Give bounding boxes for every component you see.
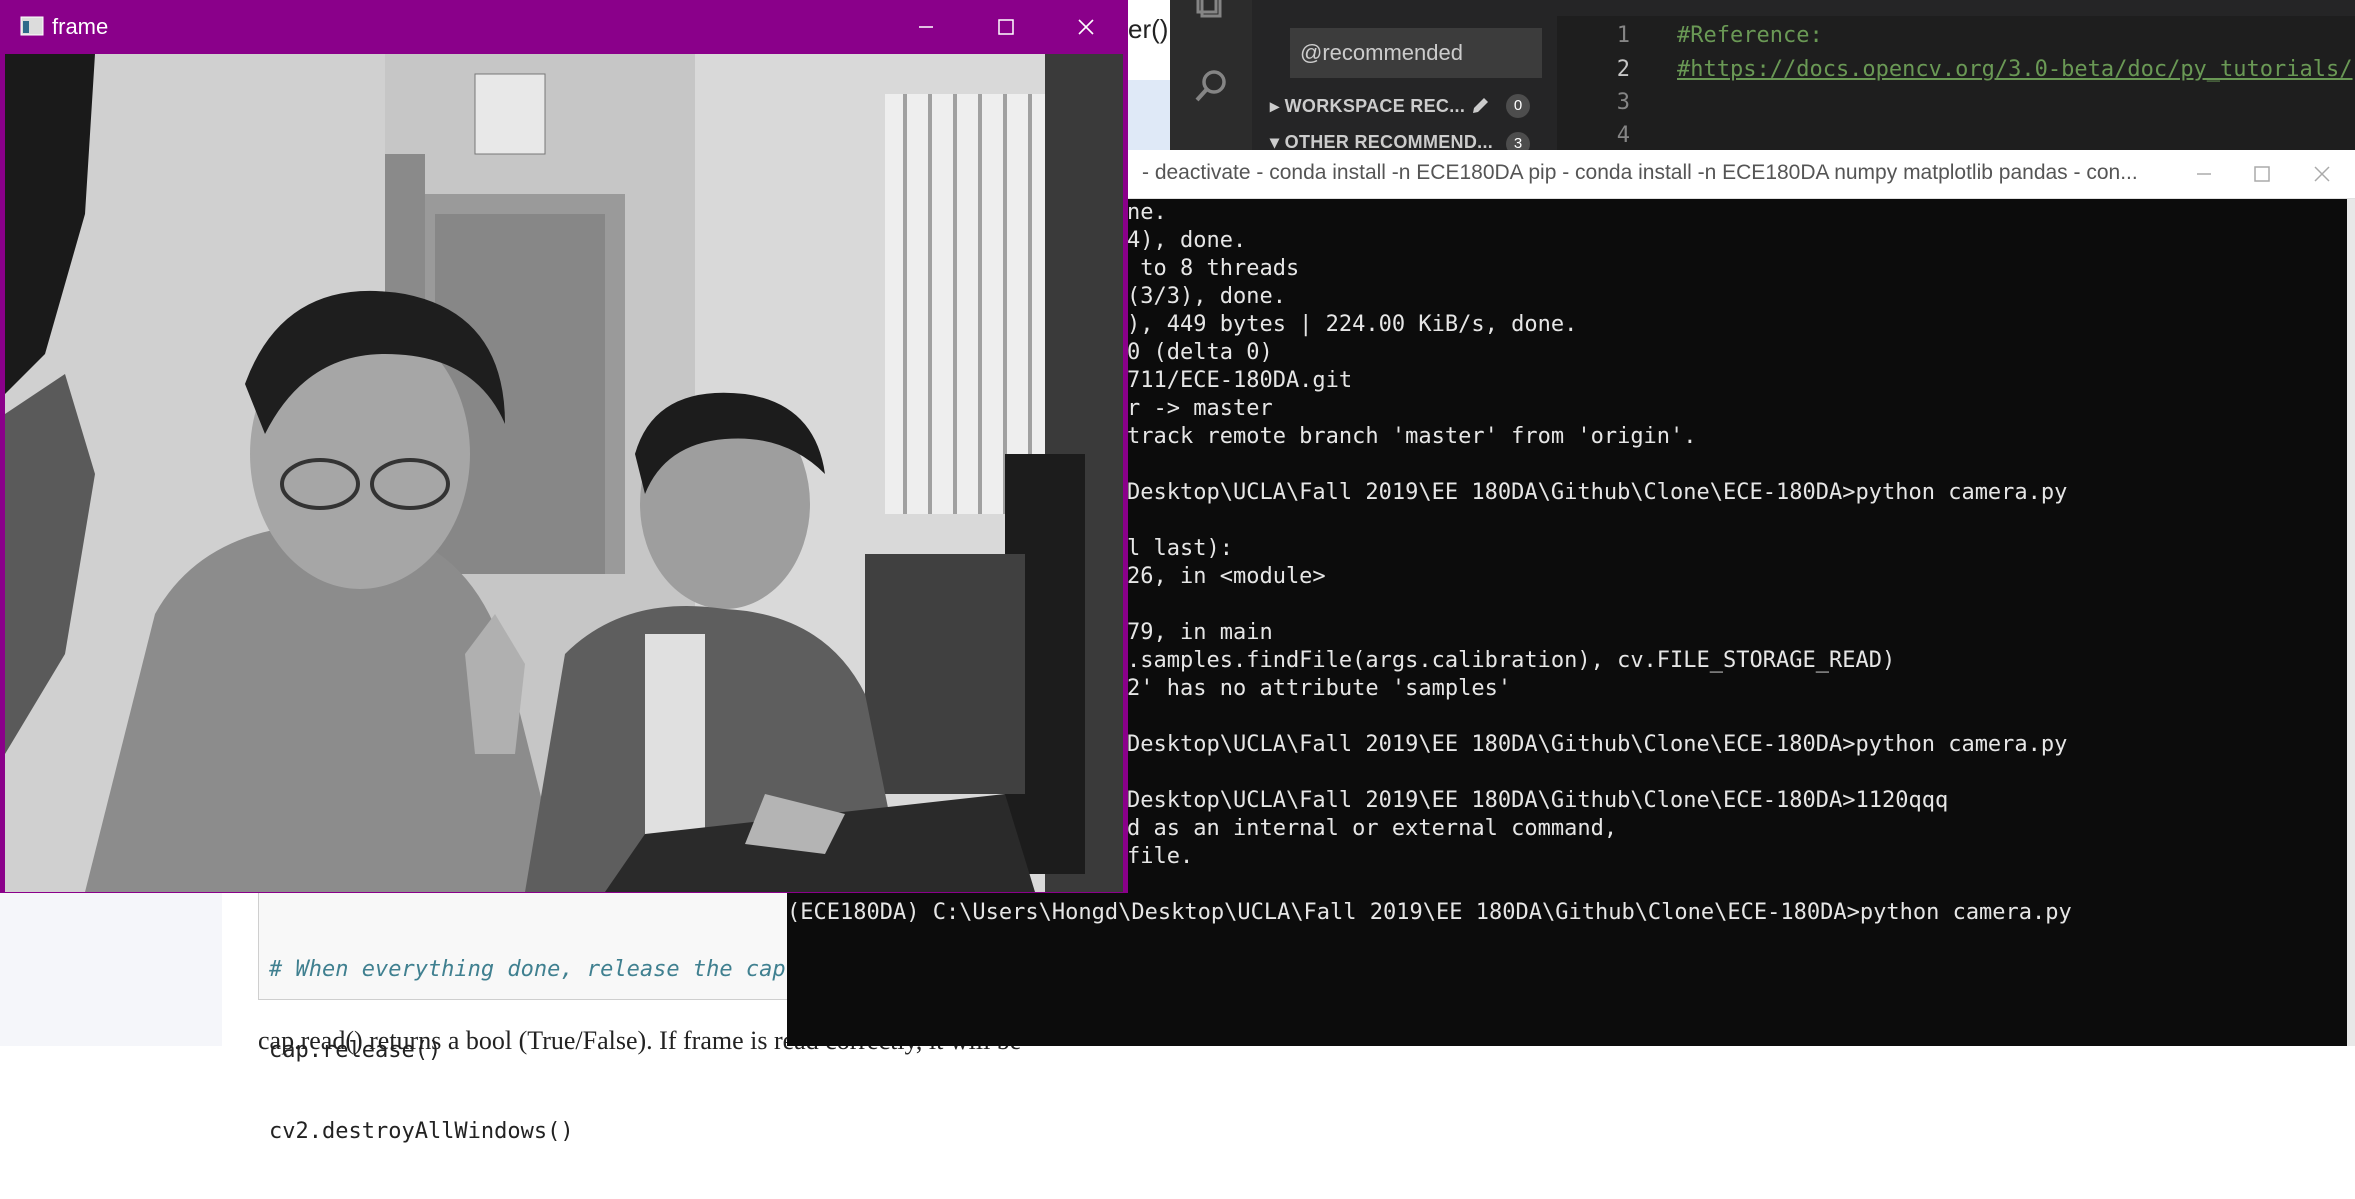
terminal-line: Desktop\UCLA\Fall 2019\EE 180DA\Github\C… <box>1127 788 1949 813</box>
minimize-button[interactable] <box>886 2 966 52</box>
terminal-line: Desktop\UCLA\Fall 2019\EE 180DA\Github\C… <box>1127 480 2068 505</box>
maximize-icon <box>2254 166 2270 182</box>
minimize-icon <box>2197 173 2211 175</box>
terminal-line: r -> master <box>1127 396 1273 421</box>
close-icon <box>2314 166 2330 182</box>
grayscale-webcam-scene <box>5 54 1123 892</box>
terminal-line: track remote branch 'master' from 'origi… <box>1127 424 1697 449</box>
terminal-line: 4), done. <box>1127 228 1247 253</box>
webcam-frame-image <box>5 54 1123 892</box>
terminal-line: 711/ECE-180DA.git <box>1127 368 1353 393</box>
workspace-recommendations-header[interactable]: ▸ WORKSPACE REC... <box>1270 96 1465 117</box>
terminal-line: (3/3), done. <box>1127 284 1286 309</box>
terminal-prompt-line: (ECE180DA) C:\Users\Hongd\Desktop\UCLA\F… <box>787 900 2072 925</box>
vscode-activity-bar <box>1170 0 1252 150</box>
terminal-line: l last): <box>1127 536 1233 561</box>
terminal-line: to 8 threads <box>1127 256 1300 281</box>
terminal-line: ), 449 bytes | 224.00 KiB/s, done. <box>1127 312 1578 337</box>
search-icon[interactable] <box>1194 68 1230 104</box>
frame-titlebar[interactable]: frame <box>2 2 1126 52</box>
chevron-right-icon: ▸ <box>1270 96 1285 116</box>
minimize-icon <box>919 26 933 28</box>
frame-title: frame <box>52 14 109 39</box>
terminal-line: 79, in main <box>1127 620 1273 645</box>
line-number: 1 <box>1616 23 1630 48</box>
terminal-line: file. <box>1127 844 1194 869</box>
minimize-button[interactable] <box>2177 150 2231 198</box>
maximize-button[interactable] <box>966 2 1046 52</box>
maximize-icon <box>998 19 1014 35</box>
doc-code-block: # When everything done, release the capt… <box>258 892 813 1144</box>
terminal-line: ne. <box>1127 200 1167 225</box>
terminal-line: .samples.findFile(args.calibration), cv.… <box>1127 648 1896 673</box>
code-line: cv2.destroyAllWindows() <box>269 1119 574 1144</box>
section-label: OTHER RECOMMEND... <box>1284 132 1494 152</box>
terminal-line: Desktop\UCLA\Fall 2019\EE 180DA\Github\C… <box>1127 732 2068 757</box>
frame-window: frame <box>0 0 1128 893</box>
close-button[interactable] <box>1046 2 1126 52</box>
terminal-line: 0 (delta 0) <box>1127 340 1273 365</box>
section-label: WORKSPACE REC... <box>1284 96 1466 116</box>
pencil-icon[interactable] <box>1470 96 1490 116</box>
terminal-line: 2' has no attribute 'samples' <box>1127 676 1512 701</box>
terminal-title: - deactivate - conda install -n ECE180DA… <box>1142 161 2138 184</box>
code-line: #Reference: <box>1677 23 1823 48</box>
count-badge: 0 <box>1506 94 1530 118</box>
terminal-scrollbar[interactable] <box>2347 199 2355 1046</box>
terminal-line: 26, in <module> <box>1127 564 1326 589</box>
vscode-tab-strip <box>1390 0 2355 16</box>
line-number: 3 <box>1616 90 1630 115</box>
maximize-button[interactable] <box>2235 150 2289 198</box>
extensions-search-input[interactable]: @recommended <box>1290 28 1542 78</box>
explorer-icon[interactable] <box>1194 0 1230 22</box>
app-window-icon <box>20 16 44 36</box>
doc-text-fragment: er() <box>1128 14 1169 44</box>
terminal-line: d as an internal or external command, <box>1127 816 1618 841</box>
code-line: # When everything done, release the capt… <box>269 957 813 982</box>
line-number: 2 <box>1616 57 1630 82</box>
close-icon <box>1078 19 1094 35</box>
close-button[interactable] <box>2295 150 2349 198</box>
chevron-down-icon: ▾ <box>1270 132 1285 152</box>
code-line: #https://docs.opencv.org/3.0-beta/doc/py… <box>1677 57 2353 82</box>
line-number: 4 <box>1616 123 1630 148</box>
